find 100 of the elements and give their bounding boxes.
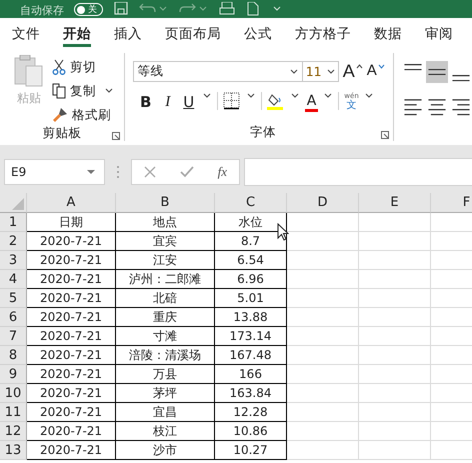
table-cell	[359, 441, 431, 460]
bold-button[interactable]: B	[136, 92, 155, 112]
table-cell: 枝江	[116, 422, 215, 441]
group-label: 字体	[250, 124, 276, 140]
column-header[interactable]: B	[116, 193, 215, 213]
enter-check-icon[interactable]	[180, 166, 194, 178]
caret-icon[interactable]	[202, 92, 212, 100]
table-cell	[287, 441, 359, 460]
table-cell: 泸州：二郎滩	[116, 270, 215, 289]
cut-button[interactable]: 剪切	[52, 57, 114, 77]
table-cell: 宜宾	[116, 232, 215, 251]
caret-icon[interactable]	[290, 68, 298, 74]
clipboard-icon	[14, 55, 44, 87]
table-cell	[287, 289, 359, 308]
name-box[interactable]: E9	[4, 159, 105, 185]
align-middle-icon[interactable]	[426, 61, 448, 83]
ribbon-tab[interactable]: 插入	[108, 18, 148, 50]
save-icon[interactable]	[113, 2, 129, 16]
grow-font-button[interactable]: A	[342, 62, 363, 82]
table-cell: 地点	[116, 213, 215, 232]
row-header[interactable]: 13	[0, 441, 27, 460]
table-cell: 2020-7-21	[27, 232, 116, 251]
table-cell: 12.28	[215, 403, 287, 422]
row-header[interactable]: 10	[0, 384, 27, 403]
table-cell	[287, 346, 359, 365]
table-cell	[287, 403, 359, 422]
row-header[interactable]: 7	[0, 327, 27, 346]
table-cell: 日期	[27, 213, 116, 232]
table-cell: 6.54	[215, 251, 287, 270]
row-header[interactable]: 8	[0, 346, 27, 365]
caret-icon[interactable]	[86, 169, 96, 175]
shrink-font-button[interactable]: A	[366, 62, 385, 82]
paintbrush-icon	[52, 107, 68, 123]
table-cell	[287, 232, 359, 251]
caret-icon[interactable]	[246, 92, 256, 100]
ribbon-tab[interactable]: 审阅	[419, 18, 459, 50]
row-header[interactable]: 1	[0, 213, 27, 232]
copy-button[interactable]: 复制	[52, 81, 114, 101]
caret-icon[interactable]	[326, 68, 335, 74]
ribbon-tab[interactable]: 数据	[368, 18, 408, 50]
table-cell: 2020-7-21	[27, 346, 116, 365]
table-cell: 2020-7-21	[27, 422, 116, 441]
table-cell	[359, 270, 431, 289]
row-header[interactable]: 9	[0, 365, 27, 384]
table-cell: 2020-7-21	[27, 441, 116, 460]
ribbon-tab[interactable]: 页面布局	[159, 18, 227, 50]
dialog-launcher-icon[interactable]	[381, 131, 389, 139]
row-header[interactable]: 11	[0, 403, 27, 422]
row-header[interactable]: 3	[0, 251, 27, 270]
table-cell	[359, 346, 431, 365]
scissors-icon	[52, 59, 66, 75]
table-cell: 2020-7-21	[27, 270, 116, 289]
row-header[interactable]: 2	[0, 232, 27, 251]
dialog-launcher-icon[interactable]	[112, 132, 120, 140]
table-cell	[287, 422, 359, 441]
column-header[interactable]: F	[431, 193, 472, 213]
row-header[interactable]: 12	[0, 422, 27, 441]
column-header[interactable]: E	[359, 193, 431, 213]
font-size-field[interactable]: 11	[302, 61, 339, 82]
grip-icon	[115, 165, 121, 179]
ribbon-tab[interactable]: 文件	[6, 18, 46, 50]
row-header[interactable]: 6	[0, 308, 27, 327]
ribbon-tab[interactable]: 开始	[57, 18, 97, 50]
column-header[interactable]: C	[215, 193, 287, 213]
table-cell: 167.48	[215, 346, 287, 365]
mouse-pointer-icon	[277, 223, 289, 241]
table-cell: 北碚	[116, 289, 215, 308]
caret-icon[interactable]	[364, 92, 374, 100]
insert-function-button[interactable]: fx	[218, 164, 228, 180]
font-name-field[interactable]: 等线	[132, 61, 303, 82]
format-painter-button[interactable]: 格式刷	[52, 105, 114, 125]
column-header[interactable]: A	[27, 193, 116, 213]
document-icon[interactable]	[245, 2, 261, 16]
up-caret-icon	[356, 64, 363, 68]
table-cell: 173.14	[215, 327, 287, 346]
table-cell: 寸滩	[116, 327, 215, 346]
borders-icon[interactable]	[222, 92, 241, 110]
caret-icon[interactable]	[290, 92, 300, 100]
fill-color-icon[interactable]	[266, 92, 285, 110]
table-cell	[359, 251, 431, 270]
table-cell	[287, 365, 359, 384]
caret-icon[interactable]	[323, 92, 334, 100]
row-header[interactable]: 4	[0, 270, 27, 289]
italic-button[interactable]: I	[160, 92, 176, 112]
column-header[interactable]: D	[287, 193, 359, 213]
table-cell: 重庆	[116, 308, 215, 327]
table-cell	[287, 384, 359, 403]
ribbon-tab[interactable]: 公式	[238, 18, 278, 50]
caret-icon[interactable]	[104, 87, 114, 95]
underline-button[interactable]: U	[180, 92, 197, 112]
table-cell: 2020-7-21	[27, 308, 116, 327]
formula-input[interactable]	[244, 158, 472, 186]
font-color-button[interactable]: A	[304, 92, 318, 112]
table-cell	[359, 365, 431, 384]
autosave-toggle[interactable]: 关	[74, 3, 103, 16]
print-preview-icon[interactable]	[219, 2, 235, 16]
group-label: 剪贴板	[42, 125, 82, 142]
row-header[interactable]: 5	[0, 289, 27, 308]
ribbon-tab[interactable]: 方方格子	[289, 18, 357, 50]
table-cell: 5.01	[215, 289, 287, 308]
